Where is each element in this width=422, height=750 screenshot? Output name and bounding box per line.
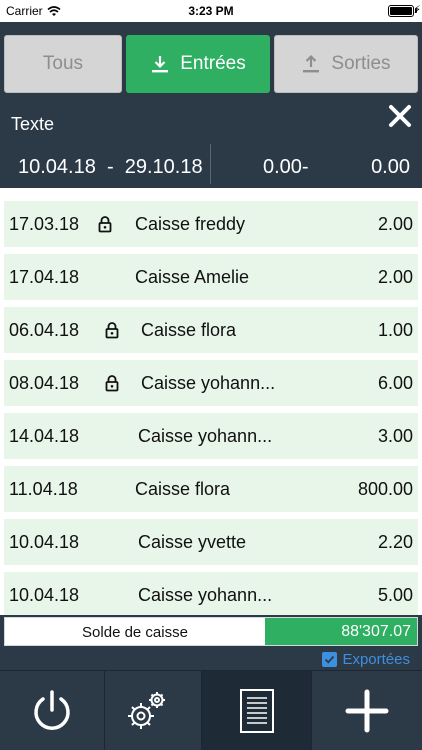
list-item[interactable]: 10.04.18 Caisse yohann... 5.00: [4, 572, 418, 615]
entry-date: 14.04.18: [9, 426, 80, 446]
settings-gears-icon: [128, 692, 165, 729]
entry-date: 17.04.18: [9, 267, 80, 287]
text-filter-field[interactable]: Texte: [11, 114, 54, 135]
cash-balance-label: Solde de caisse: [82, 624, 188, 641]
entry-date: 10.04.18: [9, 585, 80, 605]
entry-name: Caisse yohann...: [141, 373, 276, 393]
status-bar: Carrier 3:23 PM ⚡: [0, 0, 422, 22]
settings-button[interactable]: [91, 671, 202, 750]
battery-icon: [388, 5, 417, 17]
entry-date: 06.04.18: [9, 320, 80, 340]
tab-sorties-label: Sorties: [331, 53, 391, 74]
power-icon: [34, 690, 70, 730]
amount-from-filter[interactable]: 0.00-: [263, 156, 309, 179]
charging-icon: ⚡: [413, 4, 421, 16]
list-item[interactable]: 10.04.18 Caisse yvette 2.20: [4, 519, 418, 565]
entry-date: 10.04.18: [9, 532, 80, 552]
document-list-icon: [239, 689, 274, 733]
type-segmented-control: Tous Entrées Sorties: [0, 22, 422, 104]
entries-list[interactable]: 17.03.18 Caisse freddy 2.00 17.04.18 Cai…: [0, 188, 422, 615]
entry-name: Caisse yohann...: [138, 426, 273, 446]
list-item[interactable]: 17.03.18 Caisse freddy 2.00: [4, 201, 418, 247]
list-item[interactable]: 14.04.18 Caisse yohann... 3.00: [4, 413, 418, 459]
entry-name: Caisse Amelie: [135, 267, 250, 287]
cash-balance-value: 88'307.07: [265, 618, 417, 645]
filter-divider: [210, 144, 211, 184]
list-item[interactable]: 11.04.18 Caisse flora 800.00: [4, 466, 418, 512]
exported-label: Exportées: [342, 651, 410, 668]
filter-bar: Texte 10.04.18 - 29.10.18 0.00- 0.00: [0, 104, 422, 188]
upload-icon: [303, 54, 320, 73]
entry-name: Caisse yohann...: [138, 585, 273, 605]
clock: 3:23 PM: [188, 4, 234, 18]
entry-amount: 1.00: [377, 320, 413, 340]
entry-date: 08.04.18: [9, 373, 80, 393]
entry-name: Caisse flora: [135, 479, 231, 499]
entry-date: 17.03.18: [9, 214, 80, 234]
entry-name: Caisse freddy: [135, 214, 246, 234]
list-item[interactable]: 08.04.18 Caisse yohann... 6.00: [4, 360, 418, 406]
lock-icon: [105, 375, 119, 392]
close-icon[interactable]: [388, 104, 412, 128]
tab-tous-label: Tous: [42, 53, 84, 74]
entry-amount: 3.00: [377, 426, 413, 446]
tab-entrees[interactable]: Entrées: [126, 35, 270, 93]
list-item[interactable]: 06.04.18 Caisse flora 1.00: [4, 307, 418, 353]
add-icon: [345, 689, 389, 733]
lock-icon: [98, 216, 112, 233]
exported-toggle[interactable]: Exportées: [322, 651, 410, 668]
entry-amount: 2.00: [377, 267, 413, 287]
tab-sorties[interactable]: Sorties: [274, 35, 418, 93]
entries-tab[interactable]: [202, 671, 312, 750]
lock-icon: [105, 322, 119, 339]
tab-tous[interactable]: Tous: [4, 35, 122, 93]
checkbox-checked-icon[interactable]: [322, 652, 338, 667]
bottom-tab-bar: [0, 670, 422, 750]
entry-amount: 2.00: [377, 214, 413, 234]
entry-amount: 800.00: [357, 479, 413, 499]
entry-amount: 2.20: [377, 532, 413, 552]
list-item[interactable]: 17.04.18 Caisse Amelie 2.00: [4, 254, 418, 300]
power-button[interactable]: [0, 671, 105, 750]
cash-balance-bar: Solde de caisse 88'307.07: [4, 617, 418, 646]
amount-to-filter[interactable]: 0.00: [371, 156, 410, 179]
download-icon: [152, 56, 169, 73]
date-range-filter[interactable]: 10.04.18 - 29.10.18: [18, 156, 203, 179]
entry-name: Caisse flora: [141, 320, 237, 340]
entry-name: Caisse yvette: [138, 532, 247, 552]
entry-amount: 6.00: [377, 373, 413, 393]
add-entry-button[interactable]: [312, 671, 422, 750]
tab-entrees-label: Entrées: [180, 53, 246, 74]
entry-amount: 5.00: [377, 585, 413, 605]
entry-date: 11.04.18: [9, 479, 78, 499]
